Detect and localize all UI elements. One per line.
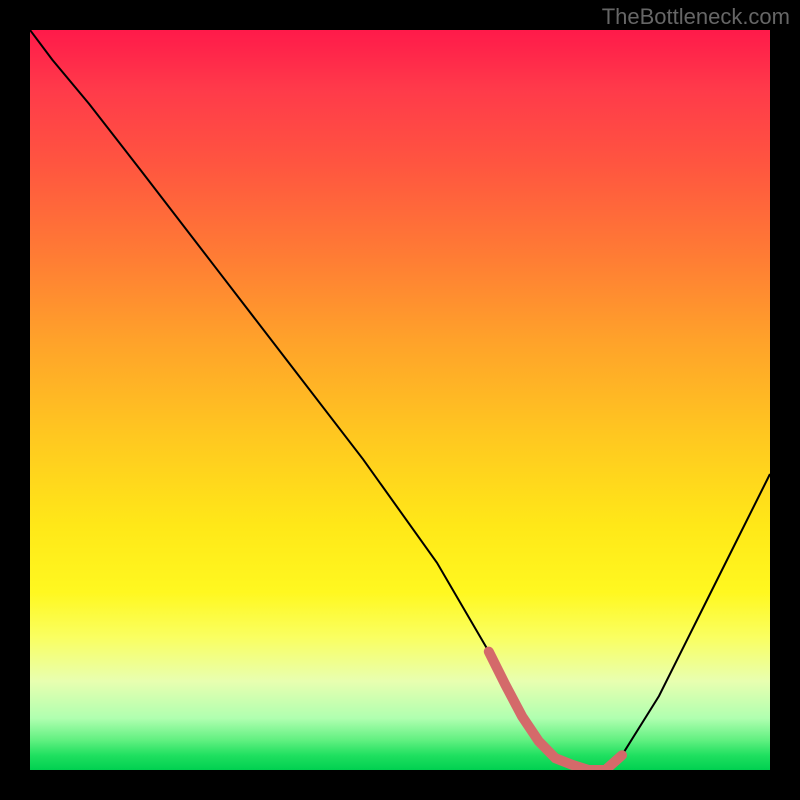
plot-area xyxy=(30,30,770,770)
watermark-text: TheBottleneck.com xyxy=(602,4,790,30)
optimal-range-highlight xyxy=(489,652,622,770)
highlight-svg xyxy=(30,30,770,770)
